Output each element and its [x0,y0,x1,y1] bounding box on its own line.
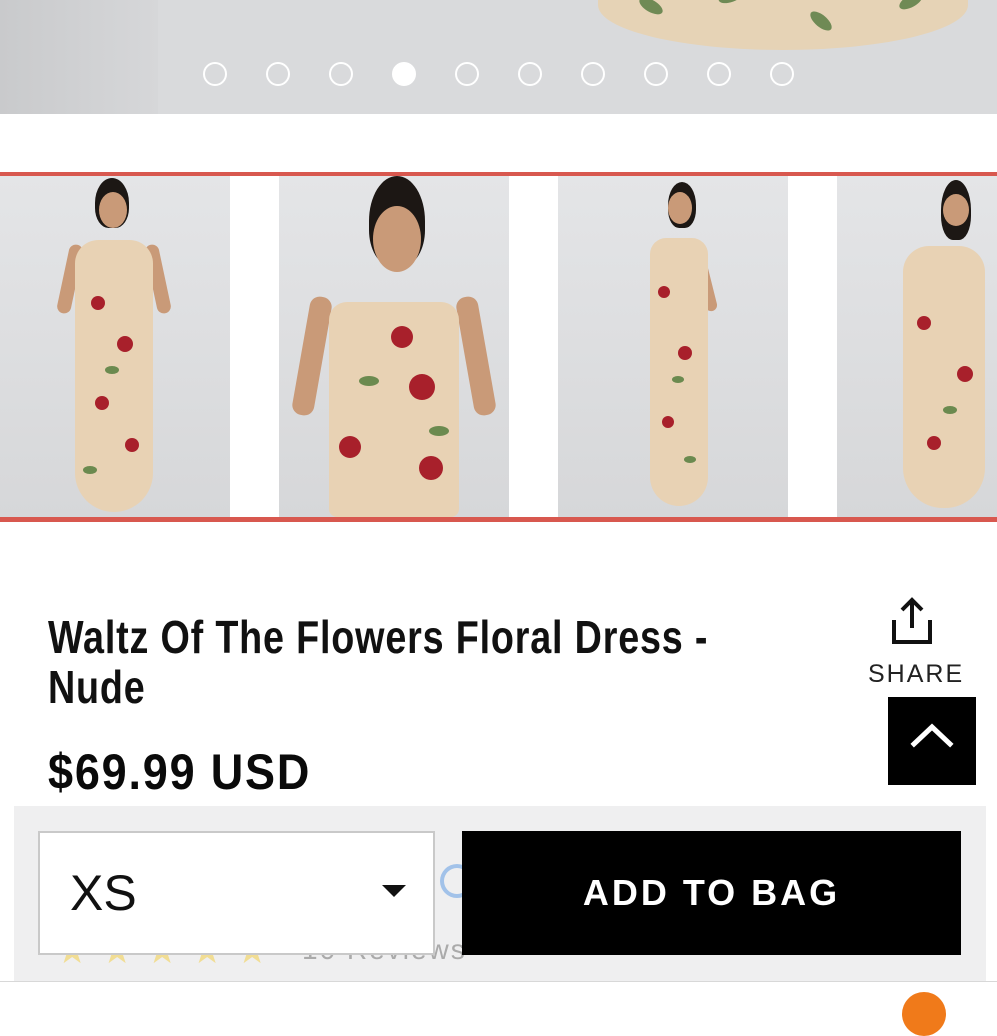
carousel-dot[interactable] [266,62,290,86]
product-image-carousel[interactable] [0,0,997,114]
product-title: Waltz Of The Flowers Floral Dress - Nude [48,611,709,713]
carousel-dot[interactable] [770,62,794,86]
chat-icon[interactable] [902,992,946,1036]
carousel-dot[interactable] [455,62,479,86]
thumbnail-side[interactable] [558,176,788,517]
share-label: SHARE [868,660,965,688]
carousel-dot[interactable] [329,62,353,86]
carousel-prev-image [0,0,158,114]
product-price: $69.99 USD [48,744,312,800]
back-to-top-button[interactable] [888,697,976,785]
model-figure [887,176,997,517]
chevron-up-icon [910,723,954,748]
thumbnail-strip [0,172,997,522]
thumbnail-front-closeup[interactable] [279,176,509,517]
size-select-value: XS [70,865,137,921]
caret-down-icon [382,885,406,897]
divider [0,981,997,982]
thumbnail-front-full[interactable] [0,176,230,517]
carousel-dot-active[interactable] [392,62,416,86]
carousel-dot[interactable] [581,62,605,86]
carousel-dot[interactable] [644,62,668,86]
add-to-bag-button[interactable]: ADD TO BAG [462,831,961,955]
model-figure [55,176,175,517]
share-button[interactable]: SHARE [868,596,965,692]
carousel-dot[interactable] [518,62,542,86]
model-figure [290,176,498,517]
share-icon [892,597,932,644]
dress-hem-image [598,0,968,50]
size-select[interactable]: XS [38,831,435,955]
thumbnail-back[interactable] [837,176,997,517]
carousel-dot[interactable] [707,62,731,86]
carousel-pagination [0,62,997,90]
carousel-dot[interactable] [203,62,227,86]
model-figure [628,176,728,517]
carousel-current-image [158,0,997,114]
